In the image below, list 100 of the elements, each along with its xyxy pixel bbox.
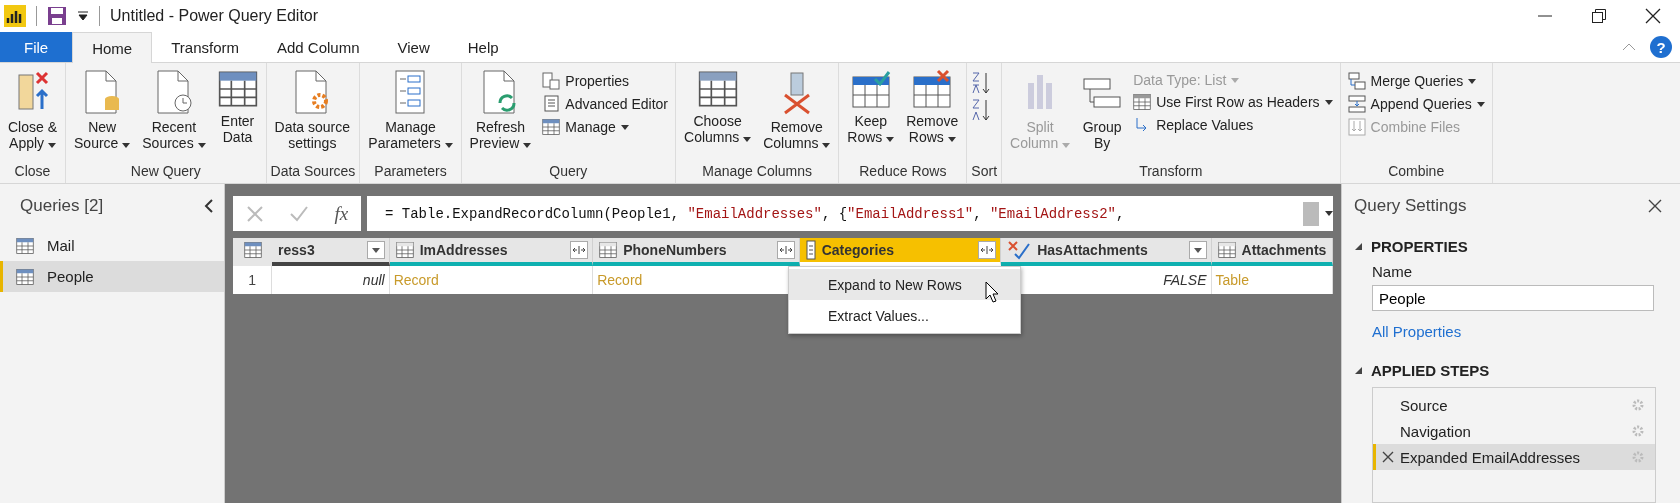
applied-step[interactable]: Navigation — [1373, 418, 1655, 444]
combine-files-icon — [1347, 118, 1366, 136]
expand-icon — [778, 245, 793, 255]
close-icon — [1645, 8, 1661, 24]
enter-data-icon — [217, 69, 258, 109]
column-header[interactable]: PhoneNumbers — [593, 238, 800, 266]
ribbon-button[interactable]: Remove Columns — [759, 69, 835, 161]
caret-icon — [743, 137, 752, 142]
ribbon-button[interactable]: Append Queries — [1344, 94, 1488, 114]
caret-icon — [1476, 101, 1485, 107]
formula-field[interactable]: = Table.ExpandRecordColumn(People1, "EmailAddresses", {"EmailAddress1", "EmailAddress2", — [367, 196, 1333, 231]
caret-icon — [444, 143, 453, 148]
all-properties-link[interactable]: All Properties — [1372, 323, 1462, 340]
table-cell: Record — [389, 266, 594, 294]
group-label: Parameters — [373, 162, 448, 181]
ribbon-button[interactable]: Replace Values — [1130, 115, 1336, 135]
ribbon-button[interactable]: Close & Apply — [4, 69, 62, 161]
expand-button[interactable] — [570, 241, 589, 259]
query-item[interactable]: Mail — [0, 230, 224, 261]
ribbon-button[interactable]: Manage — [539, 117, 672, 137]
caret-icon — [1231, 77, 1240, 83]
column-header[interactable]: Categories — [799, 238, 1002, 266]
expand-button[interactable] — [776, 241, 795, 259]
table-icon — [15, 236, 35, 255]
keep-rows-icon — [850, 69, 891, 109]
expand-button[interactable] — [978, 241, 997, 259]
filter-button[interactable] — [366, 241, 385, 259]
section-title: APPLIED STEPS — [1371, 362, 1490, 379]
expand-icon — [980, 245, 995, 255]
table-icon — [395, 241, 414, 259]
ribbon-button[interactable]: Properties — [539, 71, 672, 91]
check-icon[interactable] — [289, 204, 310, 223]
scrollbar-thumb — [1303, 201, 1319, 226]
column-header[interactable]: Attachments — [1211, 238, 1333, 266]
remove-rows-icon — [912, 69, 953, 109]
pane-title: Query Settings — [1354, 196, 1467, 216]
table-icon — [1217, 241, 1236, 259]
ribbon-button[interactable]: Refresh Preview — [465, 69, 536, 161]
delete-icon[interactable] — [1382, 451, 1394, 463]
caret-icon — [47, 143, 56, 148]
fx-button[interactable]: fx — [334, 202, 349, 225]
window-title: Untitled - Power Query Editor — [110, 7, 319, 25]
group-label: Manage Columns — [701, 162, 814, 181]
column-header[interactable]: ress3 — [272, 238, 390, 266]
field-label: Name — [1372, 263, 1413, 280]
ribbon-button[interactable]: Manage Parameters — [364, 69, 457, 161]
close-icon[interactable] — [1648, 199, 1662, 213]
caret-icon — [523, 143, 532, 148]
table-icon — [242, 241, 263, 259]
menu-item[interactable]: Expand to New Rows — [789, 269, 1020, 300]
cursor-icon — [985, 281, 999, 303]
app-logo — [4, 5, 26, 27]
help-button[interactable]: ? — [1650, 36, 1672, 58]
ribbon-tab[interactable]: Home — [72, 32, 153, 63]
query-item[interactable]: People — [0, 261, 224, 292]
table-cell: Table — [1211, 266, 1333, 294]
scroll-icon — [542, 95, 561, 113]
group-label: Data Sources — [270, 162, 356, 181]
column-header[interactable]: ImAddresses — [389, 238, 594, 266]
ribbon-button[interactable]: Enter Data — [213, 69, 262, 161]
ribbon-button[interactable]: Choose Columns — [680, 69, 756, 161]
ribbon-button[interactable]: Recent Sources — [138, 69, 210, 161]
caret-icon — [1193, 247, 1202, 253]
caret-icon — [122, 143, 131, 148]
ribbon-button[interactable]: Remove Rows — [902, 69, 963, 161]
customize-icon[interactable] — [77, 10, 89, 22]
section-title: PROPERTIES — [1371, 238, 1468, 255]
table-icon — [15, 267, 35, 286]
merge-icon — [1347, 72, 1366, 90]
caret-icon — [886, 137, 895, 142]
group-label: Close — [13, 162, 52, 181]
collapse-icon[interactable] — [204, 199, 214, 213]
pane-title: Queries [2] — [20, 196, 104, 216]
ribbon-button[interactable]: Data source settings — [270, 69, 354, 161]
name-field[interactable]: People — [1372, 285, 1654, 311]
caret-icon — [1324, 99, 1333, 105]
save-icon[interactable] — [47, 6, 67, 26]
caret-icon — [371, 247, 380, 253]
filter-button[interactable] — [1188, 241, 1207, 259]
ribbon-button[interactable]: Group By — [1078, 69, 1127, 161]
caret-icon — [1325, 211, 1333, 216]
column-header[interactable]: HasAttachments — [1001, 238, 1212, 266]
ribbon-button[interactable]: Merge Queries — [1344, 71, 1488, 91]
ribbon-button[interactable]: Keep Rows — [843, 69, 899, 161]
boolean-icon — [1007, 240, 1032, 260]
group-label: Reduce Rows — [858, 162, 948, 181]
caret-icon — [620, 124, 629, 130]
group-label: Query — [548, 162, 589, 181]
ribbon-button[interactable]: New Source — [70, 69, 135, 161]
ribbon-tab[interactable]: File — [0, 32, 73, 62]
menu-item[interactable]: Extract Values... — [789, 300, 1020, 331]
applied-step[interactable]: Expanded EmailAddresses — [1373, 444, 1655, 470]
ribbon-button[interactable]: Use First Row as Headers — [1130, 92, 1336, 112]
ribbon-button[interactable]: Advanced Editor — [539, 94, 672, 114]
expanded-icon — [1354, 366, 1363, 375]
applied-step[interactable]: Source — [1373, 392, 1655, 418]
table-icon — [599, 241, 618, 259]
expand-icon — [572, 245, 587, 255]
table-icon — [542, 118, 561, 136]
group-label: Sort — [971, 162, 998, 181]
